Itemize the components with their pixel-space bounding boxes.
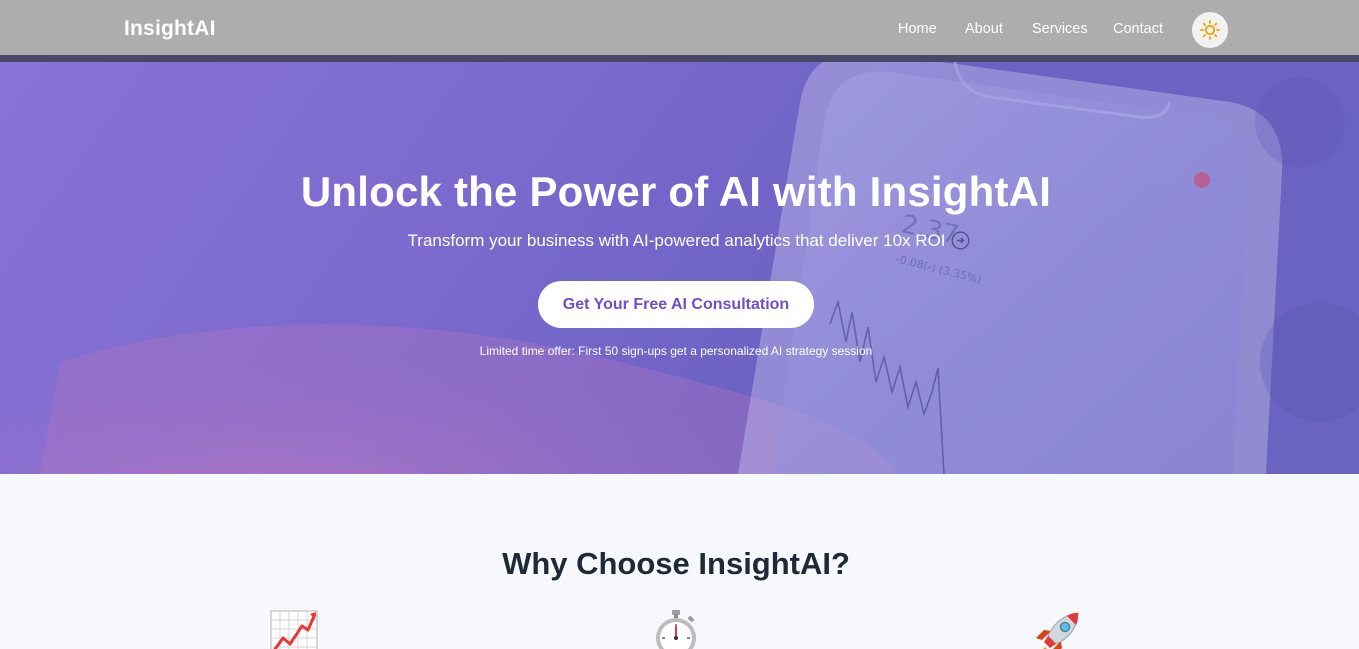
nav-links: Home About Services Contact bbox=[0, 21, 1359, 43]
nav-link-services[interactable]: Services bbox=[1032, 21, 1088, 37]
stopwatch-icon bbox=[656, 610, 696, 649]
nav-link-home[interactable]: Home bbox=[898, 21, 937, 37]
hero-background-image: 2.37 -0.08(-) (3.35%) bbox=[0, 62, 1359, 474]
hero-subtitle-text: Transform your business with AI-powered … bbox=[407, 231, 946, 250]
hero-section: 2.37 -0.08(-) (3.35%) Unlock the Power o… bbox=[0, 62, 1359, 474]
free-consultation-button[interactable]: Get Your Free AI Consultation bbox=[538, 281, 814, 328]
nav-link-about[interactable]: About bbox=[965, 21, 1003, 37]
limited-offer-text: Limited time offer: First 50 sign-ups ge… bbox=[479, 344, 873, 358]
features-title: Why Choose InsightAI? bbox=[502, 546, 850, 581]
navbar-shadow bbox=[0, 55, 1359, 62]
nav-link-contact[interactable]: Contact bbox=[1113, 21, 1163, 37]
chart-increasing-icon bbox=[270, 610, 318, 649]
navbar: InsightAI Home About Services Contact bbox=[0, 0, 1359, 55]
sun-icon bbox=[1200, 20, 1220, 40]
rocket-icon bbox=[1036, 612, 1079, 649]
theme-toggle-button[interactable] bbox=[1192, 12, 1228, 48]
hero-subtitle: Transform your business with AI-powered … bbox=[0, 231, 1359, 251]
hero-title: Unlock the Power of AI with InsightAI bbox=[300, 168, 1052, 215]
arrow-circle-icon bbox=[951, 231, 970, 250]
